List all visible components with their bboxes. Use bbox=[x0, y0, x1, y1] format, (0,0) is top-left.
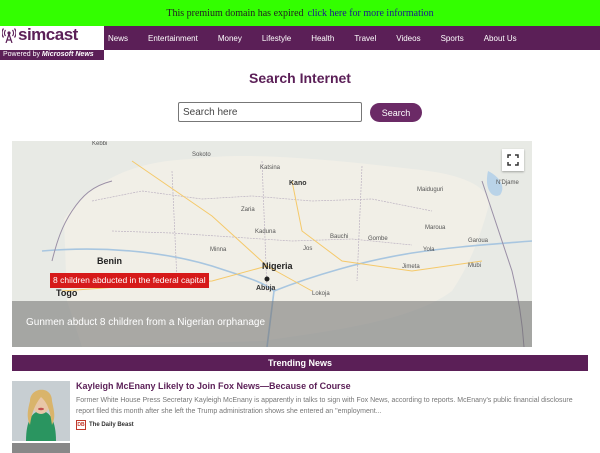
news-title[interactable]: Kayleigh McEnany Likely to Join Fox News… bbox=[76, 381, 588, 391]
map-label-benin: Benin bbox=[97, 256, 123, 266]
nav-item-entertainment[interactable]: Entertainment bbox=[148, 34, 198, 43]
featured-headline[interactable]: Gunmen abduct 8 children from a Nigerian… bbox=[26, 317, 265, 328]
map-label-mubi: Mubi bbox=[468, 263, 482, 269]
trending-news-header: Trending News bbox=[12, 355, 588, 371]
portrait-image bbox=[12, 381, 70, 441]
fullscreen-icon bbox=[507, 154, 519, 166]
map-label-garoua: Garoua bbox=[468, 238, 489, 244]
nav-item-money[interactable]: Money bbox=[218, 34, 242, 43]
map-label-togo: Togo bbox=[56, 288, 78, 298]
map-label-sokoto: Sokoto bbox=[192, 152, 211, 158]
nav-item-videos[interactable]: Videos bbox=[396, 34, 420, 43]
powered-by-label: Powered by Microsoft News bbox=[0, 50, 104, 60]
map-side-panel bbox=[532, 141, 588, 347]
map-label-jimeta: Jimeta bbox=[402, 264, 420, 270]
search-button[interactable]: Search bbox=[370, 103, 422, 122]
expired-domain-banner: This premium domain has expired click he… bbox=[0, 0, 600, 26]
news-item[interactable]: Kayleigh McEnany Likely to Join Fox News… bbox=[12, 381, 588, 441]
powered-by-brand: Microsoft News bbox=[41, 51, 94, 58]
map-label-lokoja: Lokoja bbox=[312, 291, 330, 297]
main-navbar: simcast Powered by Microsoft News News E… bbox=[0, 26, 600, 60]
map-label-gombe: Gombe bbox=[368, 236, 388, 242]
map-label-abuja: Abuja bbox=[256, 285, 276, 292]
broadcast-tower-icon bbox=[2, 28, 16, 43]
map-label-yola: Yola bbox=[423, 247, 435, 253]
news-source: DB The Daily Beast bbox=[76, 420, 134, 430]
map-label-jos: Jos bbox=[303, 246, 313, 252]
nav-menu: News Entertainment Money Lifestyle Healt… bbox=[104, 26, 533, 50]
news-thumbnail[interactable] bbox=[12, 381, 70, 441]
map-label-kaduna: Kaduna bbox=[255, 229, 276, 235]
powered-by-prefix: Powered by bbox=[3, 51, 40, 58]
news-thumbnail[interactable] bbox=[12, 443, 70, 453]
more-info-link[interactable]: click here for more information bbox=[308, 8, 434, 19]
map-label-zaria: Zaria bbox=[241, 207, 255, 213]
map-label-minna: Minna bbox=[210, 247, 227, 253]
daily-beast-logo-icon: DB bbox=[76, 420, 86, 430]
map-alert-label: 8 children abducted in the federal capit… bbox=[50, 273, 209, 288]
fullscreen-button[interactable] bbox=[502, 149, 524, 171]
nav-item-about-us[interactable]: About Us bbox=[484, 34, 517, 43]
news-snippet: Former White House Press Secretary Kayle… bbox=[76, 397, 573, 415]
map-label-katsina: Katsina bbox=[260, 165, 281, 171]
map-label-ndjamena: N'Djame bbox=[496, 180, 519, 186]
featured-story-card[interactable]: Kebbi Sokoto Katsina Kano Maiduguri N'Dj… bbox=[12, 141, 532, 347]
map-label-maiduguri: Maiduguri bbox=[417, 187, 444, 193]
news-source-name: The Daily Beast bbox=[89, 422, 134, 428]
search-title: Search Internet bbox=[249, 70, 351, 86]
nav-item-news[interactable]: News bbox=[108, 34, 128, 43]
site-logo[interactable]: simcast bbox=[0, 26, 104, 50]
nav-item-health[interactable]: Health bbox=[311, 34, 334, 43]
map-label-nigeria: Nigeria bbox=[262, 261, 293, 271]
nav-item-sports[interactable]: Sports bbox=[441, 34, 464, 43]
news-item[interactable] bbox=[12, 443, 588, 453]
logo-wordmark: simcast bbox=[18, 25, 78, 44]
headline-overlay: Gunmen abduct 8 children from a Nigerian… bbox=[12, 301, 532, 347]
expired-domain-text: This premium domain has expired bbox=[166, 7, 304, 19]
map-label-kebbi: Kebbi bbox=[92, 141, 108, 147]
map-label-kano: Kano bbox=[289, 180, 307, 187]
map-label-bauchi: Bauchi bbox=[330, 234, 349, 240]
nav-item-lifestyle[interactable]: Lifestyle bbox=[262, 34, 291, 43]
search-input[interactable] bbox=[178, 102, 362, 122]
nav-item-travel[interactable]: Travel bbox=[354, 34, 376, 43]
map-label-maroua: Maroua bbox=[425, 225, 446, 231]
